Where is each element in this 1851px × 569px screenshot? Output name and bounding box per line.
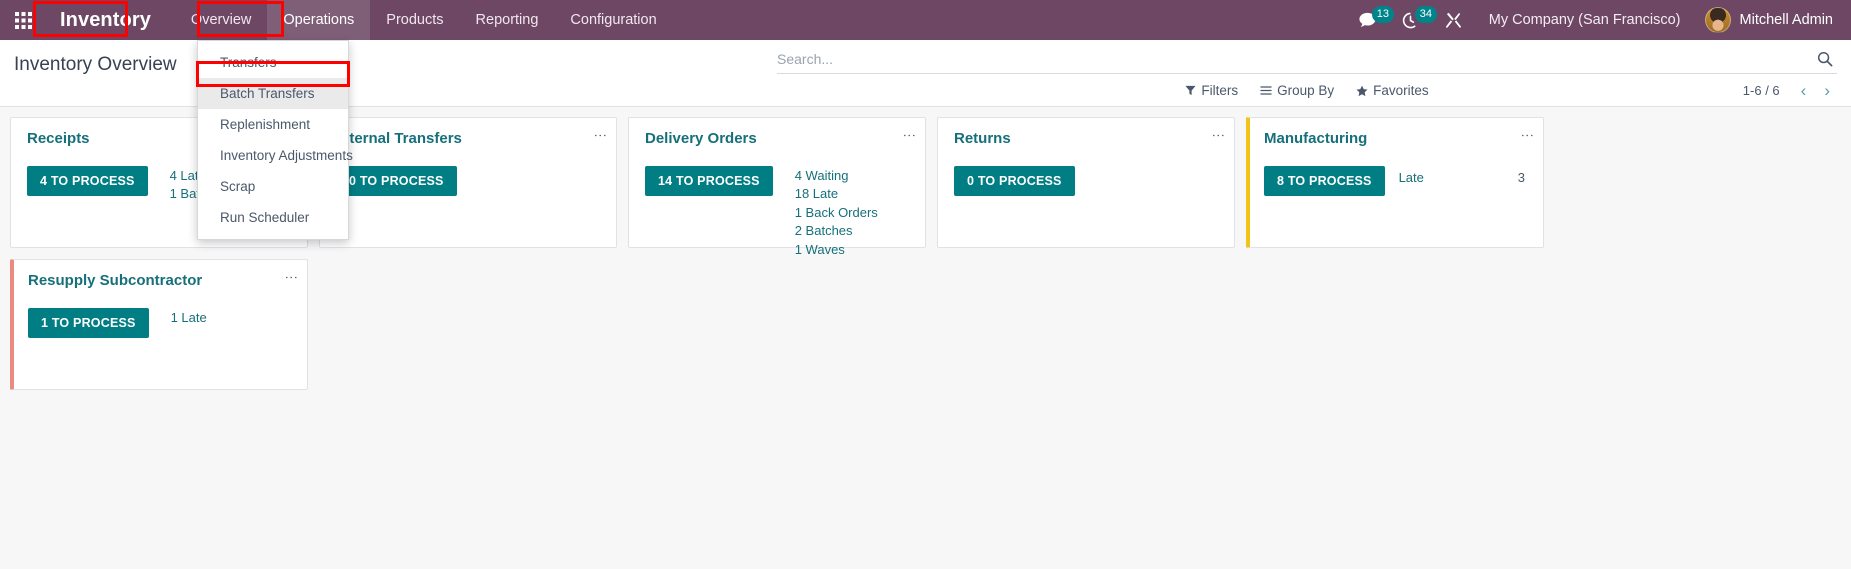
menu-item-reporting-label: Reporting: [475, 12, 539, 28]
menu-item-configuration-label: Configuration: [570, 12, 657, 28]
main-menu: Overview Operations Products Reporting C…: [175, 0, 673, 40]
card-stats-resupply-subcontractor: 1 Late: [171, 308, 293, 327]
pager-next-button[interactable]: ›: [1817, 82, 1837, 99]
menu-item-configuration[interactable]: Configuration: [554, 0, 672, 40]
stat-waves[interactable]: 1 Waves: [795, 242, 911, 259]
star-icon: [1356, 85, 1368, 96]
stat-waiting[interactable]: 4 Waiting: [795, 168, 911, 185]
wrench-icon: [1445, 12, 1461, 28]
dropdown-item-transfers[interactable]: Transfers: [198, 47, 348, 78]
app-brand[interactable]: Inventory: [46, 0, 165, 40]
operations-dropdown-menu: Transfers Batch Transfers Replenishment …: [197, 40, 353, 240]
user-name-label: Mitchell Admin: [1739, 12, 1833, 28]
to-process-button-returns[interactable]: 0 TO PROCESS: [954, 165, 1075, 196]
stat-late[interactable]: 18 Late: [795, 186, 911, 203]
dropdown-item-scrap-label: Scrap: [220, 179, 256, 194]
pager: 1-6 / 6 ‹ ›: [1743, 82, 1837, 99]
favorites-button[interactable]: Favorites: [1356, 83, 1429, 98]
to-process-button-delivery-orders[interactable]: 14 TO PROCESS: [645, 165, 773, 196]
kanban-card-internal-transfers[interactable]: Internal Transfers ⋮ 0 TO PROCESS: [319, 117, 617, 248]
filter-buttons: Filters Group By Favorites: [1185, 83, 1429, 98]
user-menu[interactable]: Mitchell Admin: [1695, 7, 1839, 33]
card-stats-returns: [1097, 166, 1220, 168]
top-navbar: Inventory Overview Operations Products R…: [0, 0, 1851, 40]
company-switcher[interactable]: My Company (San Francisco): [1475, 12, 1695, 28]
to-process-button-internal-transfers[interactable]: 0 TO PROCESS: [336, 165, 457, 196]
app-brand-label: Inventory: [60, 9, 151, 31]
card-menu-delivery-orders[interactable]: ⋮: [902, 129, 917, 144]
filters-row: Filters Group By Favorites 1-6 / 6 ‹ ›: [777, 74, 1837, 99]
menu-item-products[interactable]: Products: [370, 0, 459, 40]
stat-row-late[interactable]: Late 3: [1399, 169, 1529, 186]
search-input[interactable]: [777, 48, 1807, 70]
card-body-delivery-orders: 14 TO PROCESS 4 Waiting 18 Late 1 Back O…: [645, 165, 911, 259]
stat-late[interactable]: 1 Late: [171, 310, 293, 327]
menu-item-products-label: Products: [386, 12, 444, 28]
to-process-button-resupply-subcontractor[interactable]: 1 TO PROCESS: [28, 307, 149, 338]
card-title-returns: Returns: [954, 130, 1011, 147]
card-stats-delivery-orders: 4 Waiting 18 Late 1 Back Orders 2 Batche…: [795, 166, 911, 259]
to-process-button-receipts[interactable]: 4 TO PROCESS: [27, 165, 148, 196]
menu-item-overview[interactable]: Overview: [175, 0, 267, 40]
card-menu-returns[interactable]: ⋮: [1211, 129, 1226, 144]
menu-item-overview-label: Overview: [190, 12, 252, 28]
activities-button[interactable]: 34: [1389, 0, 1437, 40]
card-title-delivery-orders: Delivery Orders: [645, 130, 757, 147]
to-process-button-manufacturing[interactable]: 8 TO PROCESS: [1264, 165, 1385, 196]
dropdown-item-run-scheduler[interactable]: Run Scheduler: [198, 202, 348, 233]
card-title-resupply-subcontractor: Resupply Subcontractor: [28, 272, 203, 289]
stat-back-orders[interactable]: 1 Back Orders: [795, 205, 911, 222]
dropdown-item-inventory-adjustments-label: Inventory Adjustments: [220, 148, 353, 163]
favorites-button-label: Favorites: [1373, 83, 1429, 98]
apps-grid-icon[interactable]: [6, 3, 40, 37]
card-menu-resupply-subcontractor[interactable]: ⋮: [284, 271, 299, 286]
page-title: Inventory Overview: [14, 54, 177, 75]
group-by-button[interactable]: Group By: [1260, 83, 1334, 98]
kanban-card-resupply-subcontractor[interactable]: Resupply Subcontractor ⋮ 1 TO PROCESS 1 …: [10, 259, 308, 390]
avatar: [1704, 7, 1731, 33]
menu-item-operations[interactable]: Operations: [267, 0, 371, 40]
filters-button[interactable]: Filters: [1185, 83, 1238, 98]
dropdown-item-batch-transfers-label: Batch Transfers: [220, 86, 315, 101]
search-area: Filters Group By Favorites: [777, 40, 1837, 99]
kanban-card-manufacturing[interactable]: Manufacturing ⋮ 8 TO PROCESS Late 3: [1246, 117, 1544, 248]
systray: 13 34 My Company (San Francisco) Mitchel…: [1346, 0, 1839, 40]
card-menu-internal-transfers[interactable]: ⋮: [593, 129, 608, 144]
dropdown-item-inventory-adjustments[interactable]: Inventory Adjustments: [198, 140, 353, 171]
stat-row-late-value: 3: [1517, 169, 1525, 185]
dropdown-item-batch-transfers[interactable]: Batch Transfers: [198, 78, 348, 109]
card-menu-manufacturing[interactable]: ⋮: [1520, 129, 1535, 144]
card-title-manufacturing: Manufacturing: [1264, 130, 1368, 147]
search-icon[interactable]: [1807, 51, 1837, 67]
stat-batches[interactable]: 2 Batches: [795, 223, 911, 240]
card-body-manufacturing: 8 TO PROCESS Late 3: [1264, 165, 1529, 196]
funnel-icon: [1185, 85, 1196, 96]
pager-range: 1-6 / 6: [1742, 83, 1780, 98]
bars-icon: [1260, 86, 1272, 95]
dropdown-item-replenishment-label: Replenishment: [220, 117, 311, 132]
pager-previous-button[interactable]: ‹: [1794, 82, 1814, 99]
filters-button-label: Filters: [1201, 83, 1239, 98]
dropdown-item-replenishment[interactable]: Replenishment: [198, 109, 348, 140]
card-stats-manufacturing: Late 3: [1399, 166, 1529, 186]
dropdown-item-transfers-label: Transfers: [220, 55, 277, 70]
kanban-card-delivery-orders[interactable]: Delivery Orders ⋮ 14 TO PROCESS 4 Waitin…: [628, 117, 926, 257]
card-body-returns: 0 TO PROCESS: [954, 165, 1220, 196]
card-body-resupply-subcontractor: 1 TO PROCESS 1 Late: [28, 307, 293, 338]
card-title-internal-transfers: Internal Transfers: [336, 130, 462, 147]
menu-item-operations-label: Operations: [283, 12, 355, 28]
dropdown-item-run-scheduler-label: Run Scheduler: [220, 210, 310, 225]
kanban-card-returns[interactable]: Returns ⋮ 0 TO PROCESS: [937, 117, 1235, 248]
messages-button[interactable]: 13: [1346, 0, 1394, 40]
debug-tools-button[interactable]: [1432, 0, 1475, 40]
card-stats-internal-transfers: [479, 166, 602, 168]
stat-row-late-label: Late: [1398, 169, 1424, 185]
group-by-button-label: Group By: [1277, 83, 1335, 98]
card-body-internal-transfers: 0 TO PROCESS: [336, 165, 602, 196]
menu-item-reporting[interactable]: Reporting: [460, 0, 555, 40]
dropdown-item-scrap[interactable]: Scrap: [198, 171, 348, 202]
search-row: [777, 48, 1837, 74]
